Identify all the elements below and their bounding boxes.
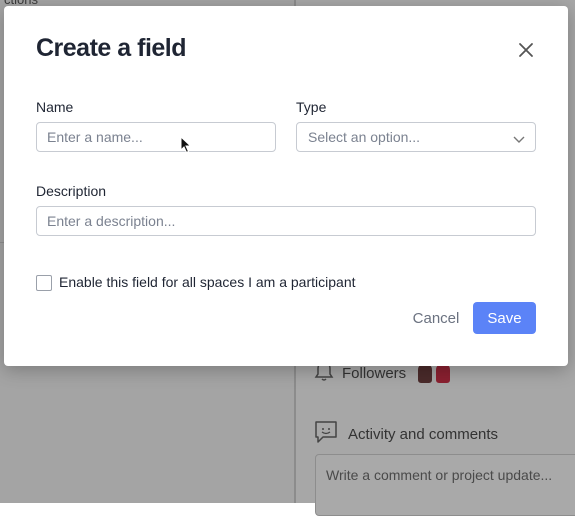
avatar[interactable] [436,363,451,383]
comment-icon [314,420,338,448]
activity-row: Activity and comments [314,420,498,448]
description-input[interactable] [36,206,536,236]
enable-all-spaces-label[interactable]: Enable this field for all spaces I am a … [59,274,356,290]
chevron-down-icon [513,131,525,149]
dialog-title: Create a field [36,34,187,62]
avatar[interactable] [418,363,433,383]
enable-all-spaces-checkbox[interactable] [36,275,52,291]
close-icon[interactable] [516,40,536,60]
save-button[interactable]: Save [473,302,536,334]
name-input[interactable] [36,122,276,152]
type-select[interactable]: Select an option... [296,122,536,152]
activity-label: Activity and comments [348,425,499,443]
mouse-cursor-icon [180,135,192,159]
type-label: Type [296,99,327,115]
followers-label: Followers [342,364,407,382]
create-field-dialog: Create a field Name Type Select an optio… [4,6,568,366]
type-select-placeholder: Select an option... [308,129,421,145]
description-label: Description [36,183,107,199]
cancel-button[interactable]: Cancel [405,302,467,334]
comment-placeholder: Write a comment or project update... [326,467,553,483]
comment-input[interactable]: Write a comment or project update... [315,454,575,516]
name-label: Name [36,99,74,115]
